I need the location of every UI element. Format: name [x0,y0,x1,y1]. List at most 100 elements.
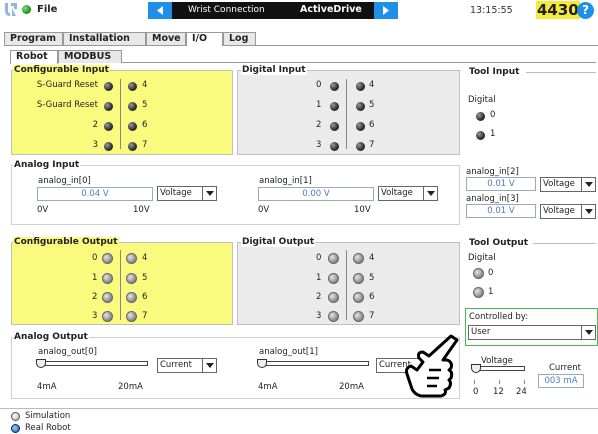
active-program-label: ActiveDrive [300,4,362,15]
divider [533,243,596,244]
config-output-label: 2 [92,292,98,302]
digital-output-2-toggle-icon[interactable] [328,292,339,303]
next-program-button[interactable] [374,2,398,19]
digital-output-label: 3 [316,311,322,321]
config-input-0-led-icon [104,82,113,91]
digital-output-7-toggle-icon[interactable] [353,311,364,322]
config-input-3-led-icon [104,142,113,151]
analog-in-1-max: 10V [354,205,371,215]
config-input-label: S-Guard Reset [36,80,98,90]
help-button[interactable]: ? [577,2,594,19]
analog-out-1-label: analog_out[1] [259,347,318,357]
analog-in-2-value: 0.01 V [466,177,536,191]
config-output-label: 4 [142,253,148,263]
analog-in-2-mode-select[interactable]: Voltage [540,177,596,192]
digital-input-label: 6 [369,120,375,130]
config-output-1-toggle-icon[interactable] [102,273,113,284]
digital-input-6-led-icon [356,122,365,131]
analog-out-0-mode-select[interactable]: Current [157,358,217,373]
file-menu[interactable]: File [37,4,57,15]
digital-input-3-led-icon [330,142,339,151]
config-output-label: 1 [92,273,98,283]
chevron-down-icon [581,326,595,339]
voltage-tick-label: 0 [473,387,479,397]
analog-in-0-label: analog_in[0] [38,176,91,186]
config-output-6-toggle-icon[interactable] [126,292,137,303]
analog-in-3-value: 0.01 V [466,204,536,218]
digital-input-label: 0 [316,80,322,90]
tool-input-label: 0 [490,110,496,120]
previous-program-button[interactable] [148,2,172,19]
analog-in-1-mode-select[interactable]: Voltage [378,186,438,201]
tab-modbus[interactable]: MODBUS [58,50,122,63]
chevron-down-icon [581,178,595,191]
divider [346,79,347,149]
config-input-7-led-icon [128,142,137,151]
divider [0,408,598,409]
controlled-by-select[interactable]: User [468,325,596,340]
analog-in-2-label: analog_in[2] [466,167,519,177]
analog-out-0-slider[interactable] [38,361,148,366]
config-output-4-toggle-icon[interactable] [126,253,137,264]
digital-input-label: 5 [369,100,375,110]
simulation-radio[interactable] [11,412,20,421]
serial-badge: 4430 [536,1,580,19]
digital-input-label: 1 [316,100,322,110]
analog-input-title: Analog Input [13,160,81,170]
chevron-down-icon [202,187,216,200]
digital-output-label: 1 [316,273,322,283]
program-name: Wrist Connection [188,5,265,15]
io-sub-tabs: Robot MODBUS [10,50,596,64]
analog-in-3-label: analog_in[3] [466,194,519,204]
analog-out-1-slider[interactable] [259,361,369,366]
real-robot-radio[interactable] [11,424,20,433]
select-value: Voltage [543,206,575,216]
config-output-3-toggle-icon[interactable] [102,311,113,322]
digital-output-label: 0 [316,253,322,263]
tool-output-1-toggle-icon[interactable] [473,287,484,298]
tab-io[interactable]: I/O [186,32,223,46]
select-value: Voltage [160,188,192,198]
tab-log[interactable]: Log [223,32,256,45]
select-value: Voltage [381,188,413,198]
select-value: User [471,327,491,337]
config-output-7-toggle-icon[interactable] [126,311,137,322]
config-input-label: 3 [92,140,98,150]
analog-in-3-mode-select[interactable]: Voltage [540,204,596,219]
chevron-down-icon [202,359,216,372]
analog-in-0-mode-select[interactable]: Voltage [157,186,217,201]
tool-output-digital-label: Digital [468,253,496,263]
analog-out-0-max: 20mA [118,382,143,392]
config-output-0-toggle-icon[interactable] [102,253,113,264]
tab-installation[interactable]: Installation [63,32,146,45]
digital-output-panel [237,242,460,325]
tool-output-0-toggle-icon[interactable] [473,268,484,279]
digital-output-5-toggle-icon[interactable] [353,273,364,284]
config-input-label: 4 [142,80,148,90]
analog-out-1-max: 20mA [339,382,364,392]
digital-output-0-toggle-icon[interactable] [328,253,339,264]
digital-output-4-toggle-icon[interactable] [353,253,364,264]
config-output-2-toggle-icon[interactable] [102,292,113,303]
digital-output-1-toggle-icon[interactable] [328,273,339,284]
arrow-right-icon [383,6,389,15]
digital-input-label: 7 [369,140,375,150]
digital-output-6-toggle-icon[interactable] [353,292,364,303]
tick-mark [499,380,500,384]
tab-robot[interactable]: Robot [10,50,58,64]
real-robot-label: Real Robot [25,423,71,433]
tab-program[interactable]: Program [4,32,63,45]
tab-move[interactable]: Move [146,32,186,45]
digital-output-label: 6 [369,292,375,302]
voltage-tick-label: 12 [493,387,504,397]
digital-output-3-toggle-icon[interactable] [328,311,339,322]
analog-out-0-label: analog_out[0] [38,347,97,357]
config-output-label: 6 [142,292,148,302]
tool-input-digital-label: Digital [468,95,496,105]
tick-mark [474,380,475,384]
slider-handle[interactable] [471,364,481,373]
divider [346,250,347,320]
config-input-label: 6 [142,120,148,130]
config-output-5-toggle-icon[interactable] [126,273,137,284]
divider [120,79,121,149]
